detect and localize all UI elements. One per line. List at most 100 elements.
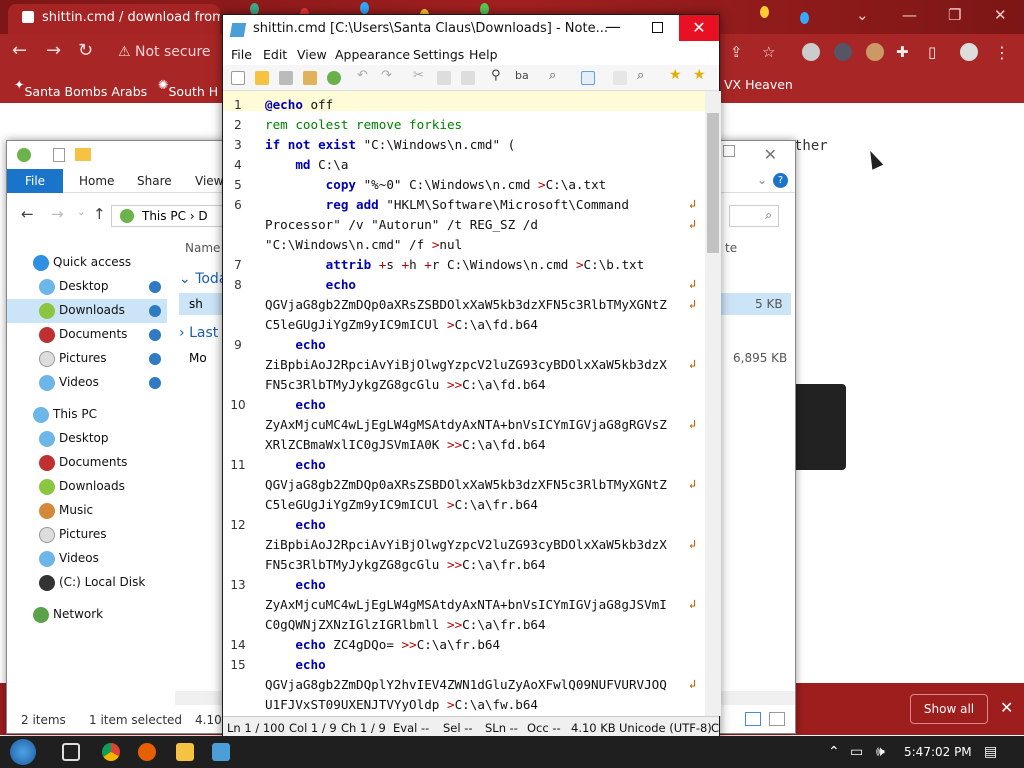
nav-downloads[interactable]: Downloads bbox=[7, 299, 167, 323]
chevron-down-icon[interactable]: ⌄ bbox=[77, 207, 85, 218]
volume-icon[interactable]: 🕪 bbox=[876, 744, 885, 760]
help-icon[interactable]: ? bbox=[773, 173, 788, 188]
file-explorer-icon[interactable] bbox=[176, 743, 194, 761]
redo-icon[interactable]: ↷ bbox=[381, 68, 395, 83]
nav-pc-downloads[interactable]: Downloads bbox=[7, 475, 167, 499]
extension-icon[interactable] bbox=[866, 43, 884, 61]
bookmark-item[interactable]: ✦ Santa Bombs Arabs bbox=[14, 77, 147, 99]
chevron-up-icon[interactable]: ⌃ bbox=[828, 744, 840, 760]
notifications-icon[interactable]: ▤ bbox=[984, 744, 997, 760]
ribbon-view-tab[interactable]: View bbox=[195, 174, 223, 188]
nav-videos[interactable]: Videos bbox=[7, 371, 167, 395]
favorites-star-icon[interactable]: ★ bbox=[669, 67, 683, 83]
word-wrap-icon[interactable] bbox=[581, 71, 595, 85]
scrollbar-thumb[interactable] bbox=[707, 113, 719, 253]
save-icon[interactable] bbox=[279, 71, 293, 85]
menu-dots-icon[interactable]: ⋮ bbox=[994, 43, 1012, 62]
maximize-button[interactable] bbox=[635, 15, 679, 41]
nav-pc-music[interactable]: Music bbox=[7, 499, 167, 523]
zoom-in-icon[interactable]: ⌕ bbox=[637, 68, 651, 83]
open-folder-icon[interactable] bbox=[255, 71, 269, 85]
menu-edit[interactable]: Edit bbox=[263, 47, 287, 62]
nav-pc-desktop[interactable]: Desktop bbox=[7, 427, 167, 451]
profile-avatar[interactable] bbox=[960, 43, 978, 61]
minimize-button[interactable]: — bbox=[591, 15, 635, 41]
chevron-down-icon[interactable]: ⌄ bbox=[856, 6, 869, 24]
menu-appearance[interactable]: Appearance bbox=[335, 47, 410, 62]
save-as-icon[interactable] bbox=[303, 71, 317, 85]
network-icon[interactable]: ▭ bbox=[850, 744, 863, 760]
minimize-icon[interactable]: — bbox=[902, 6, 917, 24]
menu-file[interactable]: File bbox=[231, 47, 252, 62]
fold-icon[interactable] bbox=[613, 71, 627, 85]
column-header-name[interactable]: Name bbox=[185, 241, 220, 255]
properties-icon[interactable] bbox=[53, 148, 65, 162]
extension-icon[interactable] bbox=[834, 43, 852, 61]
search-input[interactable]: ⌕ bbox=[729, 205, 779, 227]
nav-network[interactable]: Network bbox=[7, 603, 167, 627]
puzzle-icon[interactable]: ✚ bbox=[896, 43, 914, 61]
replace-icon[interactable]: ba bbox=[515, 69, 529, 83]
ribbon-share-tab[interactable]: Share bbox=[137, 174, 172, 188]
close-button[interactable]: ✕ bbox=[679, 15, 719, 41]
bookmark-item[interactable]: ✺ South H bbox=[158, 77, 218, 99]
sidebar-icon[interactable]: ▯ bbox=[928, 43, 946, 61]
vertical-scrollbar[interactable] bbox=[705, 91, 721, 716]
forward-arrow-icon[interactable]: → bbox=[51, 205, 64, 223]
nav-this-pc[interactable]: This PC bbox=[7, 403, 167, 427]
task-view-icon[interactable] bbox=[62, 743, 80, 761]
nav-quick-access[interactable]: Quick access bbox=[7, 251, 167, 275]
close-icon[interactable]: ✕ bbox=[994, 6, 1007, 24]
start-button[interactable] bbox=[10, 739, 36, 765]
nav-local-disk[interactable]: (C:) Local Disk bbox=[7, 571, 167, 595]
close-download-bar-icon[interactable]: ✕ bbox=[1000, 698, 1013, 717]
show-all-button[interactable]: Show all bbox=[910, 694, 988, 724]
copy-icon[interactable] bbox=[437, 71, 451, 85]
bookmark-item[interactable]: VX Heaven bbox=[724, 77, 793, 92]
extension-icon[interactable] bbox=[802, 43, 820, 61]
notepad-taskbar-icon[interactable] bbox=[212, 743, 230, 761]
omnibox[interactable]: ⚠ Not secure bbox=[110, 40, 224, 66]
paste-icon[interactable] bbox=[461, 71, 475, 85]
nav-documents[interactable]: Documents bbox=[7, 323, 167, 347]
group-header-last[interactable]: › Last bbox=[179, 325, 218, 341]
column-header[interactable]: te bbox=[725, 241, 737, 255]
reload-icon[interactable]: ↻ bbox=[78, 40, 93, 61]
menu-view[interactable]: View bbox=[297, 47, 327, 62]
share-icon[interactable]: ⇪ bbox=[730, 43, 748, 61]
restore-icon[interactable]: ❐ bbox=[948, 6, 961, 24]
new-file-icon[interactable] bbox=[231, 71, 245, 85]
undo-icon[interactable]: ↶ bbox=[357, 68, 371, 83]
up-arrow-icon[interactable]: ↑ bbox=[93, 205, 106, 223]
chrome-icon[interactable] bbox=[102, 743, 120, 761]
back-arrow-icon[interactable]: ← bbox=[21, 205, 34, 223]
add-favorite-icon[interactable]: ★ bbox=[693, 67, 707, 83]
zoom-icon[interactable]: ⌕ bbox=[549, 68, 563, 83]
maximize-icon[interactable] bbox=[723, 145, 735, 157]
details-view-icon[interactable] bbox=[745, 712, 761, 726]
nav-pc-pictures[interactable]: Pictures bbox=[7, 523, 167, 547]
menu-settings[interactable]: Settings bbox=[413, 47, 464, 62]
folder-icon[interactable] bbox=[75, 148, 91, 161]
nav-desktop[interactable]: Desktop bbox=[7, 275, 167, 299]
editor-text-area[interactable]: 12345678910111213141516 @echo offrem coo… bbox=[223, 91, 705, 716]
browser-tab[interactable]: shittin.cmd / download from bas bbox=[8, 4, 220, 34]
group-header-today[interactable]: ⌄ Toda bbox=[179, 271, 227, 287]
tiles-view-icon[interactable] bbox=[769, 712, 785, 726]
forward-arrow-icon[interactable]: → bbox=[46, 40, 61, 61]
close-icon[interactable]: ✕ bbox=[764, 145, 777, 164]
chevron-down-icon[interactable]: ⌄ bbox=[757, 173, 767, 187]
star-icon[interactable]: ☆ bbox=[762, 43, 780, 61]
ribbon-file-tab[interactable]: File bbox=[7, 169, 63, 193]
back-arrow-icon[interactable]: ← bbox=[12, 40, 27, 61]
nav-pc-documents[interactable]: Documents bbox=[7, 451, 167, 475]
reload-icon[interactable] bbox=[327, 71, 341, 85]
nav-pc-videos[interactable]: Videos bbox=[7, 547, 167, 571]
find-icon[interactable]: ⚲ bbox=[491, 68, 505, 83]
cut-icon[interactable]: ✂ bbox=[413, 68, 427, 83]
firefox-icon[interactable] bbox=[138, 743, 156, 761]
address-bar[interactable]: This PC › D bbox=[111, 205, 231, 227]
nav-pictures[interactable]: Pictures bbox=[7, 347, 167, 371]
system-clock[interactable]: 5:47:02 PM bbox=[904, 745, 972, 759]
ribbon-home-tab[interactable]: Home bbox=[79, 174, 114, 188]
